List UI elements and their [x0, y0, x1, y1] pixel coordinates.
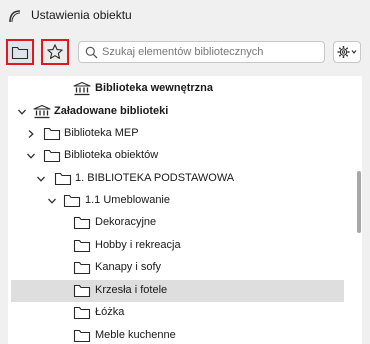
chevron-down-icon[interactable] — [47, 196, 57, 206]
tree-row-label: Biblioteka obiektów — [64, 149, 159, 161]
folder-icon — [63, 194, 81, 208]
tree-row-label: Dekoracyjne — [95, 216, 157, 228]
tree-row[interactable]: 1. BIBLIOTEKA PODSTAWOWA — [8, 168, 362, 190]
search-icon — [85, 46, 98, 58]
favorites-button[interactable] — [41, 39, 69, 65]
tree-row[interactable]: Kanapy i sofy — [8, 257, 362, 279]
toolbar — [0, 36, 370, 68]
tree-scrollbar[interactable] — [357, 171, 361, 233]
folder-icon — [73, 284, 91, 298]
tree-row-label: Krzesła i fotele — [95, 284, 168, 296]
folder-icon — [73, 329, 91, 343]
folder-icon — [43, 127, 61, 141]
library-icon — [33, 104, 51, 119]
folder-icon — [54, 172, 72, 186]
tree-row[interactable]: Łóżka — [8, 302, 362, 324]
folder-icon — [73, 216, 91, 230]
search-box[interactable] — [78, 41, 325, 63]
tree-row-label: Meble kuchenne — [95, 329, 176, 341]
search-input[interactable] — [102, 46, 322, 58]
tree-row[interactable]: Biblioteka MEP — [8, 123, 362, 145]
title-bar: Ustawienia obiektu — [0, 0, 370, 30]
folder-icon — [11, 46, 29, 59]
folder-icon — [43, 149, 61, 163]
tree-row-label: Załadowane biblioteki — [54, 105, 169, 117]
tree-row-label: Biblioteka MEP — [64, 127, 139, 139]
tree-row[interactable]: Meble kuchenne — [8, 325, 362, 344]
folder-icon — [73, 261, 91, 275]
chevron-down-icon[interactable] — [17, 107, 27, 117]
tree-row[interactable]: Załadowane biblioteki — [8, 101, 362, 123]
tree-row[interactable]: 1.1 Umeblowanie — [8, 190, 362, 212]
settings-button[interactable] — [333, 41, 361, 63]
gear-icon — [337, 46, 357, 58]
chevron-down-icon[interactable] — [36, 174, 46, 184]
tree-row-label: Biblioteka wewnętrzna — [95, 82, 213, 94]
archicad-logo-icon — [9, 10, 21, 23]
tree-row[interactable]: Krzesła i fotele — [11, 280, 344, 302]
chevron-down-icon[interactable] — [26, 151, 36, 161]
tree-row[interactable]: Hobby i rekreacja — [8, 235, 362, 257]
tree-row-label: Hobby i rekreacja — [95, 239, 181, 251]
star-icon — [47, 44, 63, 59]
chevron-right-icon[interactable] — [26, 129, 36, 139]
tree-row[interactable]: Biblioteka wewnętrzna — [8, 78, 362, 100]
tree-row[interactable]: Dekoracyjne — [8, 212, 362, 234]
tree-row-label: Kanapy i sofy — [95, 261, 162, 273]
tree-row-label: 1. BIBLIOTEKA PODSTAWOWA — [75, 172, 235, 184]
folder-view-button[interactable] — [6, 39, 34, 65]
window-title: Ustawienia obiektu — [31, 8, 132, 22]
tree-row-label: Łóżka — [95, 306, 125, 318]
tree-row[interactable]: Biblioteka obiektów — [8, 145, 362, 167]
library-icon — [73, 81, 91, 96]
folder-icon — [73, 306, 91, 320]
library-tree: Biblioteka wewnętrzna Załadowane bibliote… — [8, 76, 362, 344]
folder-icon — [73, 239, 91, 253]
tree-row-label: 1.1 Umeblowanie — [85, 194, 170, 206]
